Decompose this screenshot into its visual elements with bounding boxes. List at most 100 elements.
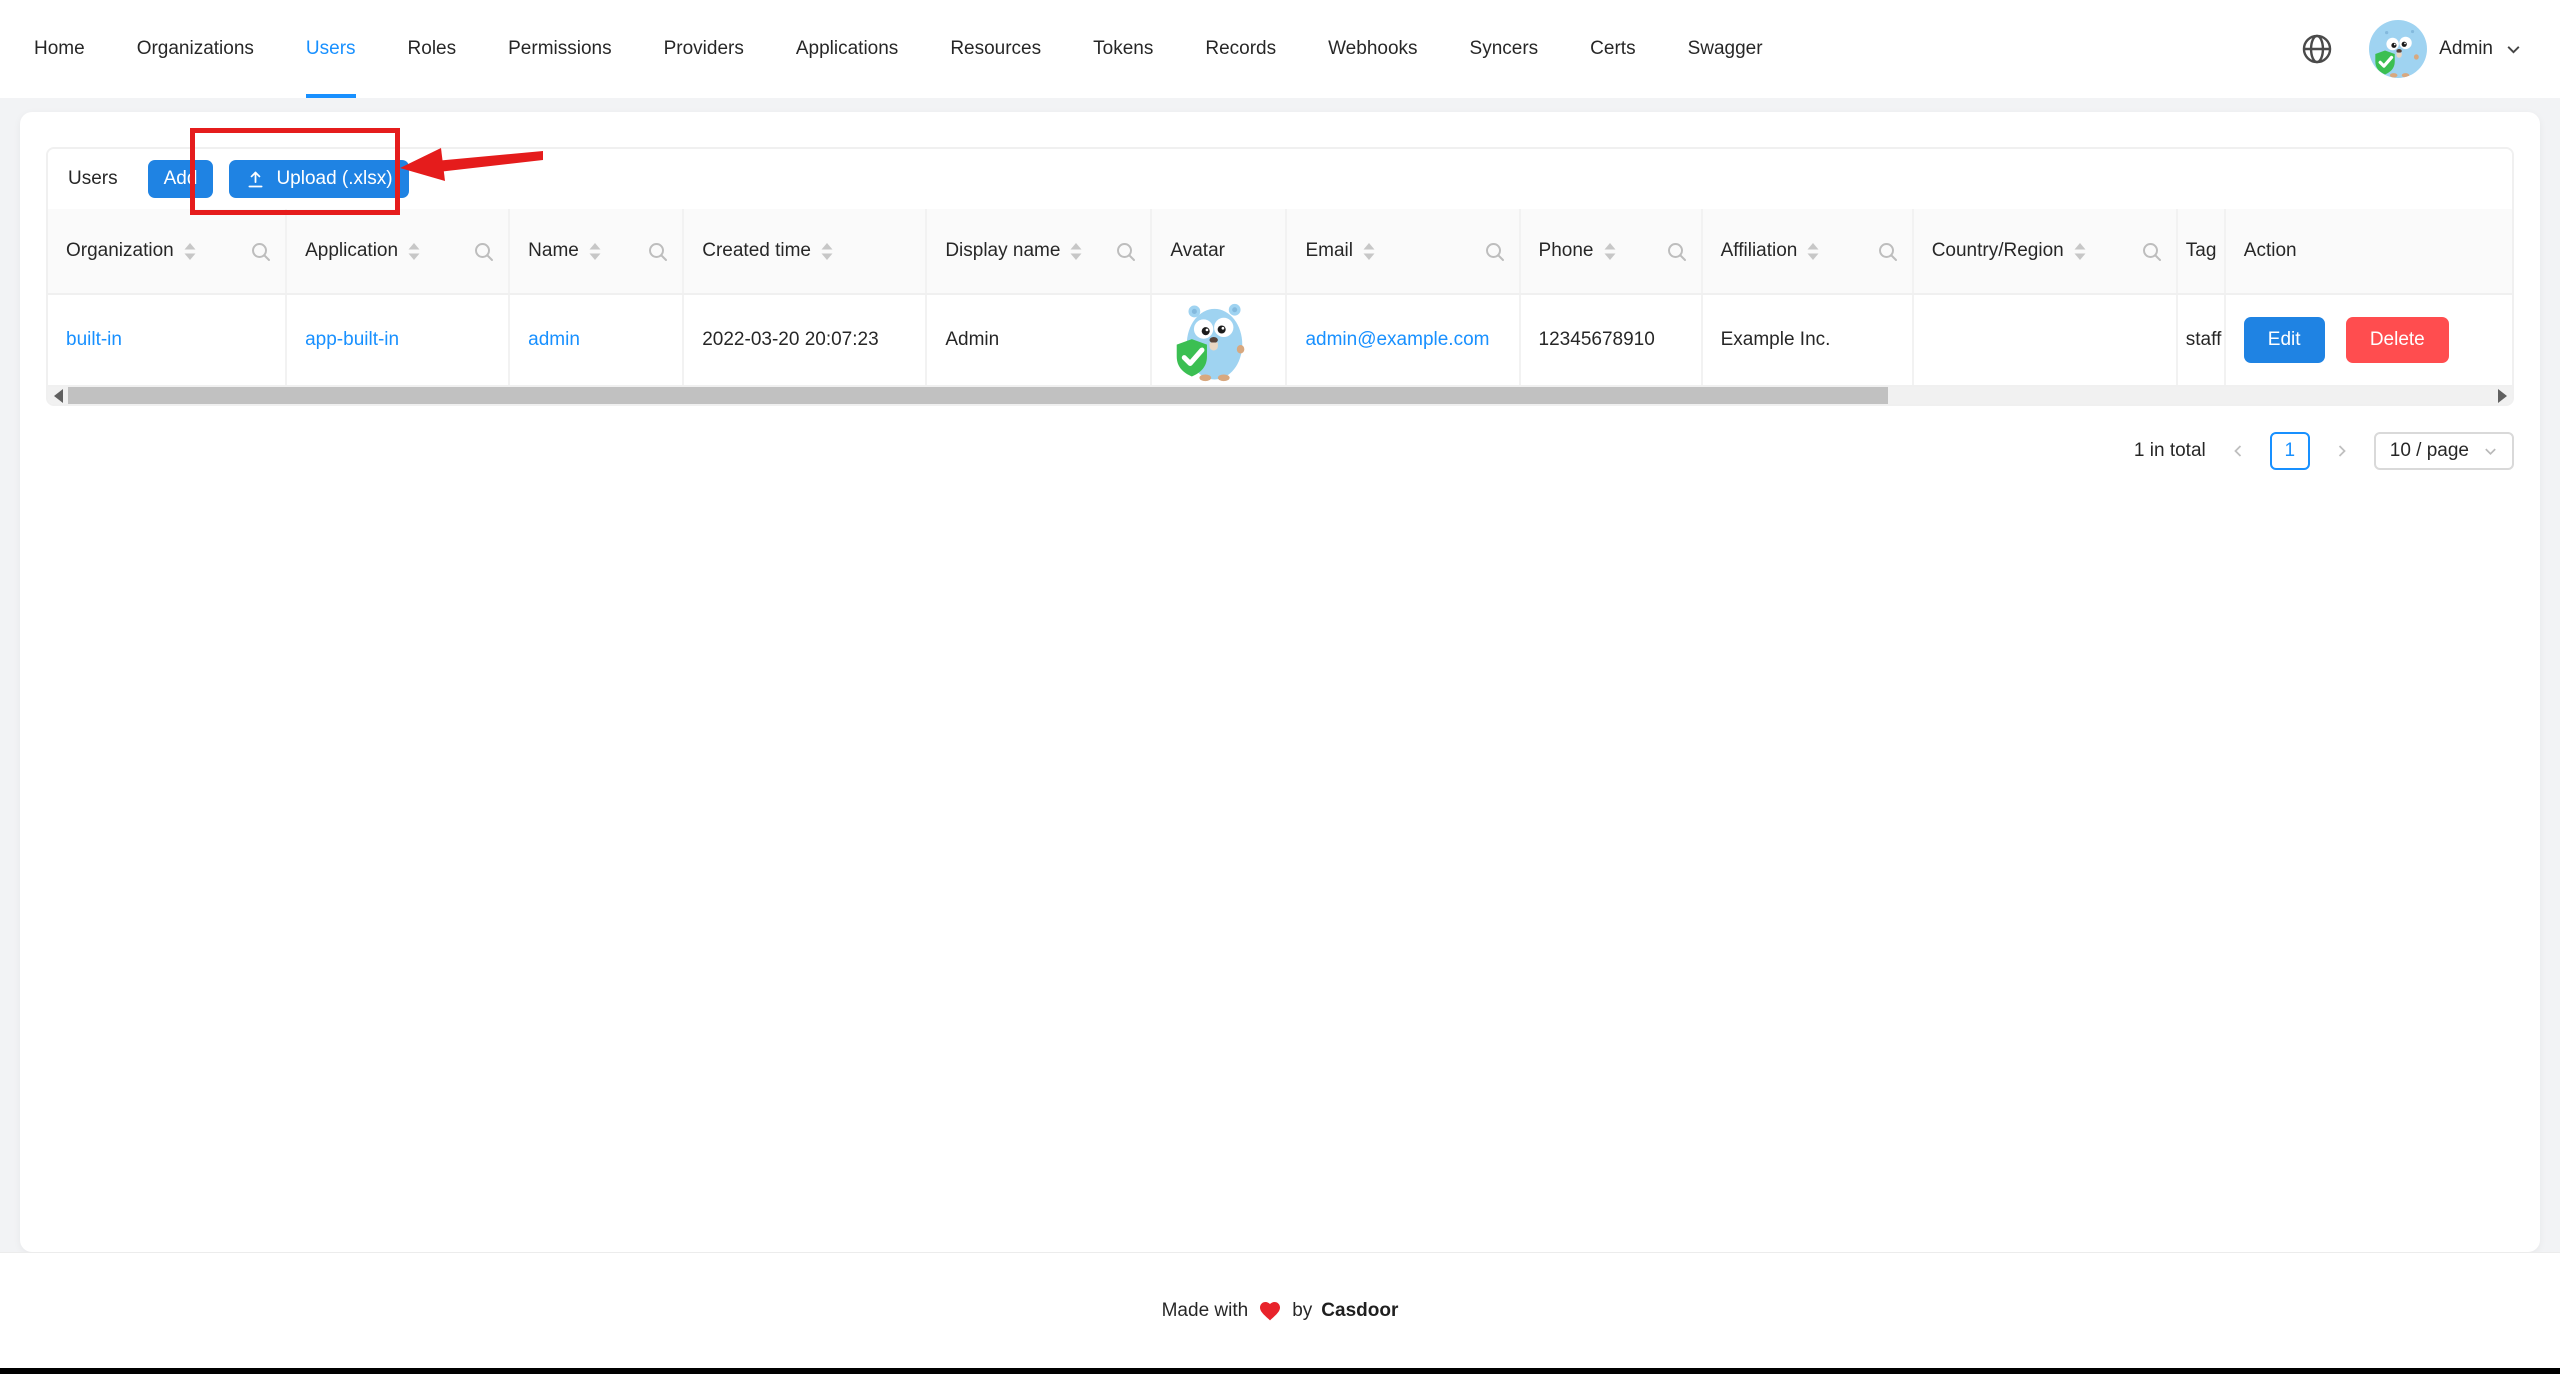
- nav-item-home[interactable]: Home: [8, 0, 111, 98]
- nav-item-roles[interactable]: Roles: [382, 0, 483, 98]
- page-footer: Made with by Casdoor: [0, 1252, 2560, 1368]
- pagination: 1 in total 1 10 / page: [46, 432, 2514, 470]
- search-icon[interactable]: [1115, 241, 1136, 262]
- search-icon[interactable]: [1877, 241, 1898, 262]
- col-tag-header[interactable]: Tag: [2177, 209, 2225, 294]
- cell-application: app-built-in: [286, 294, 509, 386]
- email-link[interactable]: admin@example.com: [1305, 329, 1489, 350]
- search-icon[interactable]: [647, 241, 668, 262]
- sort-carets-icon[interactable]: [821, 243, 833, 260]
- cell-affiliation: Example Inc.: [1702, 294, 1913, 386]
- nav-item-permissions[interactable]: Permissions: [482, 0, 637, 98]
- sort-carets-icon[interactable]: [1363, 243, 1375, 260]
- edit-button[interactable]: Edit: [2244, 317, 2325, 363]
- upload-xlsx-button[interactable]: Upload (.xlsx): [229, 160, 408, 198]
- content-card: Users Add Upload (.xlsx): [20, 112, 2540, 1252]
- add-button[interactable]: Add: [148, 160, 214, 198]
- heart-icon: [1257, 1299, 1283, 1323]
- horizontal-scrollbar: [48, 387, 2512, 404]
- cell-action: Edit Delete: [2225, 294, 2512, 386]
- nav-item-syncers[interactable]: Syncers: [1444, 0, 1565, 98]
- user-name: Admin: [2439, 38, 2493, 60]
- sort-carets-icon[interactable]: [2074, 243, 2086, 260]
- page-size-select[interactable]: 10 / page: [2374, 432, 2514, 470]
- cell-name: admin: [509, 294, 683, 386]
- table-row: built-in app-built-in admin 2022-03-20 2…: [48, 294, 2512, 386]
- right-triangle-icon: [2498, 389, 2507, 403]
- chevron-right-icon: [2334, 443, 2350, 459]
- delete-button[interactable]: Delete: [2346, 317, 2449, 363]
- search-icon[interactable]: [2141, 241, 2162, 262]
- top-nav: Home Organizations Users Roles Permissio…: [0, 0, 2560, 98]
- language-globe-icon[interactable]: [2297, 29, 2337, 69]
- search-icon[interactable]: [250, 241, 271, 262]
- col-application-header[interactable]: Application: [286, 209, 509, 294]
- upload-icon: [245, 169, 266, 190]
- main-area: Users Add Upload (.xlsx): [0, 98, 2560, 1252]
- cell-country-region: [1913, 294, 2177, 386]
- scroll-left-arrow[interactable]: [48, 387, 68, 404]
- col-display-name-header[interactable]: Display name: [926, 209, 1151, 294]
- nav-item-organizations[interactable]: Organizations: [111, 0, 280, 98]
- col-name-header[interactable]: Name: [509, 209, 683, 294]
- nav-right: Admin: [2297, 0, 2522, 98]
- cell-avatar: [1151, 294, 1286, 386]
- sort-carets-icon[interactable]: [1807, 243, 1819, 260]
- sort-carets-icon[interactable]: [589, 243, 601, 260]
- page-number-1[interactable]: 1: [2270, 432, 2310, 470]
- application-link[interactable]: app-built-in: [305, 329, 399, 350]
- table-toolbar: Users Add Upload (.xlsx): [48, 149, 2512, 209]
- cell-organization: built-in: [48, 294, 286, 386]
- col-avatar-header: Avatar: [1151, 209, 1286, 294]
- chevron-down-icon: [2483, 444, 2498, 459]
- nav-item-records[interactable]: Records: [1179, 0, 1302, 98]
- nav-item-applications[interactable]: Applications: [770, 0, 924, 98]
- casdoor-brand-link[interactable]: Casdoor: [1321, 1300, 1398, 1322]
- col-email-header[interactable]: Email: [1286, 209, 1519, 294]
- nav-item-webhooks[interactable]: Webhooks: [1302, 0, 1443, 98]
- chevron-left-icon: [2230, 443, 2246, 459]
- col-affiliation-header[interactable]: Affiliation: [1702, 209, 1913, 294]
- nav-item-tokens[interactable]: Tokens: [1067, 0, 1179, 98]
- users-table-panel: Users Add Upload (.xlsx): [46, 147, 2514, 406]
- cell-created-time: 2022-03-20 20:07:23: [683, 294, 926, 386]
- users-table: Organization Application Name: [48, 209, 2512, 387]
- search-icon[interactable]: [1484, 241, 1505, 262]
- sort-carets-icon[interactable]: [1070, 243, 1082, 260]
- sort-carets-icon[interactable]: [184, 243, 196, 260]
- panel-title: Users: [68, 168, 118, 190]
- cell-display-name: Admin: [926, 294, 1151, 386]
- nav-item-swagger[interactable]: Swagger: [1662, 0, 1789, 98]
- nav-item-resources[interactable]: Resources: [924, 0, 1067, 98]
- col-organization-header[interactable]: Organization: [48, 209, 286, 294]
- nav-item-users[interactable]: Users: [280, 0, 382, 98]
- organization-link[interactable]: built-in: [66, 329, 122, 350]
- nav-menu: Home Organizations Users Roles Permissio…: [8, 0, 1789, 98]
- col-phone-header[interactable]: Phone: [1520, 209, 1702, 294]
- scroll-right-arrow[interactable]: [2492, 387, 2512, 404]
- cell-email: admin@example.com: [1286, 294, 1519, 386]
- search-icon[interactable]: [473, 241, 494, 262]
- scrollbar-track[interactable]: [68, 387, 2492, 404]
- user-name-link[interactable]: admin: [528, 329, 580, 350]
- footer-by: by: [1292, 1300, 1312, 1322]
- bottom-black-strip: [0, 1368, 2560, 1374]
- nav-item-providers[interactable]: Providers: [638, 0, 770, 98]
- cell-tag: staff: [2177, 294, 2225, 386]
- prev-page-button[interactable]: [2222, 432, 2254, 470]
- left-triangle-icon: [54, 389, 63, 403]
- sort-carets-icon[interactable]: [1604, 243, 1616, 260]
- search-icon[interactable]: [1666, 241, 1687, 262]
- nav-item-certs[interactable]: Certs: [1564, 0, 1661, 98]
- scrollbar-thumb[interactable]: [68, 387, 1888, 404]
- col-created-time-header[interactable]: Created time: [683, 209, 926, 294]
- user-menu[interactable]: Admin: [2353, 20, 2522, 78]
- cell-phone: 12345678910: [1520, 294, 1702, 386]
- sort-carets-icon[interactable]: [408, 243, 420, 260]
- col-country-region-header[interactable]: Country/Region: [1913, 209, 2177, 294]
- next-page-button[interactable]: [2326, 432, 2358, 470]
- header-row: Organization Application Name: [48, 209, 2512, 294]
- casdoor-users-page: Home Organizations Users Roles Permissio…: [0, 0, 2560, 1374]
- col-action-header: Action: [2225, 209, 2512, 294]
- pagination-total: 1 in total: [2134, 440, 2206, 462]
